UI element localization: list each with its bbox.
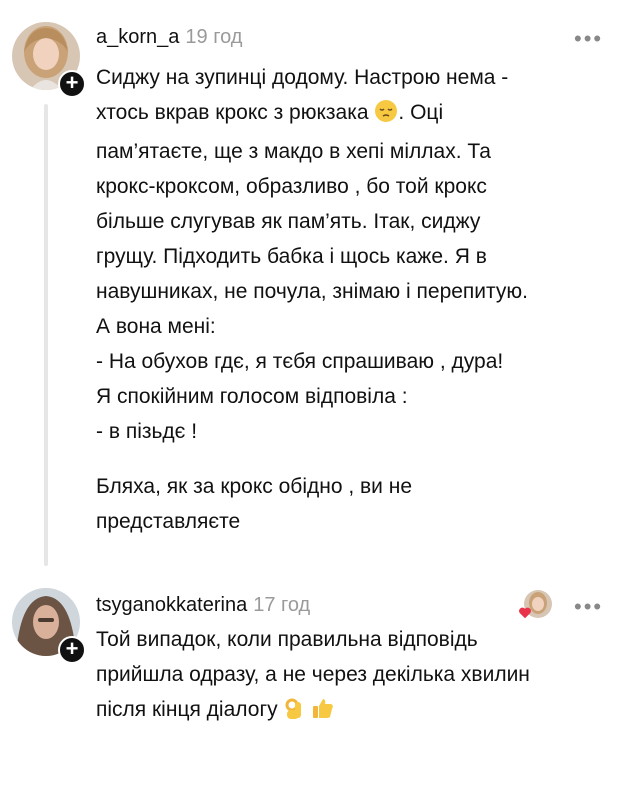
pensive-face-emoji [374,99,398,134]
comment-body-2: Той випадок, коли правильна відповідь пр… [96,622,606,731]
comment-1: + a_korn_a 19 год ••• Сиджу на зупинці до… [0,0,624,580]
comment-header-2: tsyganokkaterina 17 год [96,594,310,617]
comment-line: крокс-кроксом, образливо , бо той крокс [96,175,487,198]
avatar-2-wrap[interactable]: + [12,588,86,664]
comment-line: навушниках, не почула, знімаю і перепиту… [96,280,528,303]
comment-line: Я спокійним голосом відповіла : [96,385,408,408]
comment-line: Бляха, як за крокс обідно , ви не [96,475,413,498]
more-dots-icon[interactable]: ••• [574,596,603,618]
comment-line: - На обухов гдє, я тєбя спрашиваю , дура… [96,350,504,373]
follow-plus-icon[interactable]: + [58,636,86,664]
comment-line-with-emoji: після кінця діалогу [96,692,606,731]
comment-line: більше слугував як пам’ять. Ітак, сиджу [96,210,481,233]
comment-body-1: Сиджу на зупинці додому. Настрою нема - … [96,60,606,539]
timestamp: 19 год [185,26,243,48]
comment-line: прийшла одразу, а не через декілька хвил… [96,663,530,686]
comment-line: Той випадок, коли правильна відповідь [96,628,478,651]
ok-hand-emoji [283,696,305,731]
thumbs-up-emoji [311,696,335,731]
more-dots-icon[interactable]: ••• [574,28,603,50]
comment-line: після кінця діалогу [96,698,278,721]
comment-line: пам’ятаєте, ще з макдо в хепі міллах. Та [96,140,491,163]
comment-line: . Оці [398,101,444,124]
comment-line: представляєте [96,510,241,533]
comment-line-with-emoji: хтось вкрав крокс з рюкзака . Оці [96,95,606,134]
comment-line: грущу. Підходить бабка і щось каже. Я в [96,245,487,268]
comment-line: Сиджу на зупинці додому. Настрою нема - [96,66,509,89]
comment-line: хтось вкрав крокс з рюкзака [96,101,369,124]
follow-plus-icon[interactable]: + [58,70,86,98]
username[interactable]: tsyganokkaterina [96,594,247,616]
username[interactable]: a_korn_a [96,26,179,48]
avatar-1-wrap[interactable]: + [12,22,86,98]
comment-header-1: a_korn_a 19 год [96,26,242,49]
comment-line: - в пізьдє ! [96,420,198,443]
comment-2: + tsyganokkaterina 17 год ••• Той випадок… [0,580,624,780]
comment-line: А вона мені: [96,315,216,338]
timestamp: 17 год [253,594,311,616]
heart-icon [518,606,532,620]
thread-line [44,104,48,566]
